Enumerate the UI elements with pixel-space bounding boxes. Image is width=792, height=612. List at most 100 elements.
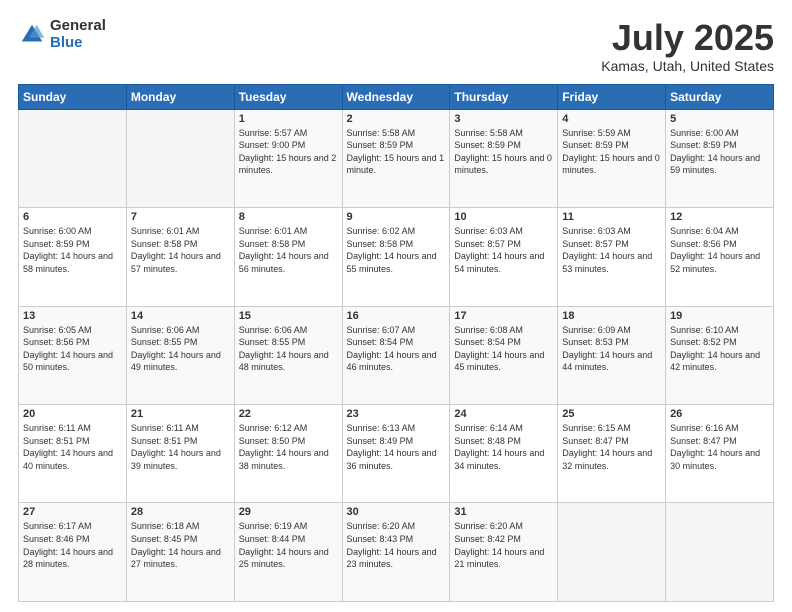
calendar-cell: 31 Sunrise: 6:20 AM Sunset: 8:42 PM Dayli… <box>450 503 558 602</box>
day-number: 16 <box>347 310 446 322</box>
day-number: 10 <box>454 211 553 223</box>
calendar-week-2: 6 Sunrise: 6:00 AM Sunset: 8:59 PM Daylig… <box>19 208 774 306</box>
calendar-header-row: SundayMondayTuesdayWednesdayThursdayFrid… <box>19 84 774 109</box>
day-number: 13 <box>23 310 122 322</box>
day-number: 9 <box>347 211 446 223</box>
day-number: 26 <box>670 408 769 420</box>
calendar-cell <box>666 503 774 602</box>
cell-content: Sunrise: 6:19 AM Sunset: 8:44 PM Dayligh… <box>239 520 338 570</box>
cell-content: Sunrise: 5:57 AM Sunset: 9:00 PM Dayligh… <box>239 127 338 177</box>
cell-content: Sunrise: 6:02 AM Sunset: 8:58 PM Dayligh… <box>347 225 446 275</box>
cell-content: Sunrise: 6:06 AM Sunset: 8:55 PM Dayligh… <box>131 324 230 374</box>
day-number: 17 <box>454 310 553 322</box>
calendar-week-3: 13 Sunrise: 6:05 AM Sunset: 8:56 PM Dayli… <box>19 306 774 404</box>
cell-content: Sunrise: 6:20 AM Sunset: 8:43 PM Dayligh… <box>347 520 446 570</box>
cell-content: Sunrise: 6:15 AM Sunset: 8:47 PM Dayligh… <box>562 422 661 472</box>
cell-content: Sunrise: 6:11 AM Sunset: 8:51 PM Dayligh… <box>23 422 122 472</box>
calendar-cell: 29Sunrise: 6:19 AM Sunset: 8:44 PM Dayli… <box>234 503 342 602</box>
day-number: 2 <box>347 113 446 125</box>
cell-content: Sunrise: 6:01 AM Sunset: 8:58 PM Dayligh… <box>239 225 338 275</box>
calendar-cell: 22Sunrise: 6:12 AM Sunset: 8:50 PM Dayli… <box>234 405 342 503</box>
day-header-thursday: Thursday <box>450 84 558 109</box>
day-header-monday: Monday <box>126 84 234 109</box>
calendar-cell: 24 Sunrise: 6:14 AM Sunset: 8:48 PM Dayli… <box>450 405 558 503</box>
title-block: July 2025 Kamas, Utah, United States <box>601 18 774 74</box>
calendar-cell: 30 Sunrise: 6:20 AM Sunset: 8:43 PM Dayli… <box>342 503 450 602</box>
day-number: 14 <box>131 310 230 322</box>
logo-icon <box>18 21 46 49</box>
calendar-cell <box>19 109 127 207</box>
day-number: 4 <box>562 113 661 125</box>
calendar-cell: 21 Sunrise: 6:11 AM Sunset: 8:51 PM Dayli… <box>126 405 234 503</box>
cell-content: Sunrise: 6:08 AM Sunset: 8:54 PM Dayligh… <box>454 324 553 374</box>
cell-content: Sunrise: 6:10 AM Sunset: 8:52 PM Dayligh… <box>670 324 769 374</box>
day-number: 18 <box>562 310 661 322</box>
cell-content: Sunrise: 6:17 AM Sunset: 8:46 PM Dayligh… <box>23 520 122 570</box>
cell-content: Sunrise: 6:09 AM Sunset: 8:53 PM Dayligh… <box>562 324 661 374</box>
calendar-cell: 19Sunrise: 6:10 AM Sunset: 8:52 PM Dayli… <box>666 306 774 404</box>
day-number: 5 <box>670 113 769 125</box>
calendar-title: July 2025 <box>601 18 774 58</box>
day-header-wednesday: Wednesday <box>342 84 450 109</box>
day-number: 3 <box>454 113 553 125</box>
cell-content: Sunrise: 5:59 AM Sunset: 8:59 PM Dayligh… <box>562 127 661 177</box>
calendar-cell: 10 Sunrise: 6:03 AM Sunset: 8:57 PM Dayli… <box>450 208 558 306</box>
calendar-cell <box>126 109 234 207</box>
calendar-cell: 18 Sunrise: 6:09 AM Sunset: 8:53 PM Dayli… <box>558 306 666 404</box>
day-number: 23 <box>347 408 446 420</box>
calendar-cell: 9 Sunrise: 6:02 AM Sunset: 8:58 PM Daylig… <box>342 208 450 306</box>
calendar-cell: 4 Sunrise: 5:59 AM Sunset: 8:59 PM Daylig… <box>558 109 666 207</box>
day-number: 31 <box>454 506 553 518</box>
day-header-sunday: Sunday <box>19 84 127 109</box>
calendar-table: SundayMondayTuesdayWednesdayThursdayFrid… <box>18 84 774 602</box>
day-header-tuesday: Tuesday <box>234 84 342 109</box>
cell-content: Sunrise: 6:00 AM Sunset: 8:59 PM Dayligh… <box>23 225 122 275</box>
calendar-cell: 8Sunrise: 6:01 AM Sunset: 8:58 PM Daylig… <box>234 208 342 306</box>
day-number: 12 <box>670 211 769 223</box>
calendar-cell: 7Sunrise: 6:01 AM Sunset: 8:58 PM Daylig… <box>126 208 234 306</box>
calendar-cell: 14 Sunrise: 6:06 AM Sunset: 8:55 PM Dayli… <box>126 306 234 404</box>
cell-content: Sunrise: 6:14 AM Sunset: 8:48 PM Dayligh… <box>454 422 553 472</box>
day-number: 28 <box>131 506 230 518</box>
cell-content: Sunrise: 6:00 AM Sunset: 8:59 PM Dayligh… <box>670 127 769 177</box>
day-header-friday: Friday <box>558 84 666 109</box>
day-number: 22 <box>239 408 338 420</box>
calendar-cell: 25 Sunrise: 6:15 AM Sunset: 8:47 PM Dayli… <box>558 405 666 503</box>
day-number: 30 <box>347 506 446 518</box>
calendar-cell: 13 Sunrise: 6:05 AM Sunset: 8:56 PM Dayli… <box>19 306 127 404</box>
cell-content: Sunrise: 6:03 AM Sunset: 8:57 PM Dayligh… <box>562 225 661 275</box>
cell-content: Sunrise: 6:13 AM Sunset: 8:49 PM Dayligh… <box>347 422 446 472</box>
calendar-cell: 3 Sunrise: 5:58 AM Sunset: 8:59 PM Daylig… <box>450 109 558 207</box>
cell-content: Sunrise: 6:03 AM Sunset: 8:57 PM Dayligh… <box>454 225 553 275</box>
calendar-cell: 20 Sunrise: 6:11 AM Sunset: 8:51 PM Dayli… <box>19 405 127 503</box>
day-header-saturday: Saturday <box>666 84 774 109</box>
day-number: 25 <box>562 408 661 420</box>
calendar-cell: 1 Sunrise: 5:57 AM Sunset: 9:00 PM Daylig… <box>234 109 342 207</box>
cell-content: Sunrise: 6:18 AM Sunset: 8:45 PM Dayligh… <box>131 520 230 570</box>
calendar-cell: 5 Sunrise: 6:00 AM Sunset: 8:59 PM Daylig… <box>666 109 774 207</box>
day-number: 15 <box>239 310 338 322</box>
logo-general-text: General <box>50 18 106 35</box>
calendar-cell: 16 Sunrise: 6:07 AM Sunset: 8:54 PM Dayli… <box>342 306 450 404</box>
logo: General Blue <box>18 18 106 51</box>
cell-content: Sunrise: 6:11 AM Sunset: 8:51 PM Dayligh… <box>131 422 230 472</box>
calendar-cell: 17 Sunrise: 6:08 AM Sunset: 8:54 PM Dayli… <box>450 306 558 404</box>
day-number: 27 <box>23 506 122 518</box>
cell-content: Sunrise: 6:16 AM Sunset: 8:47 PM Dayligh… <box>670 422 769 472</box>
calendar-cell <box>558 503 666 602</box>
day-number: 24 <box>454 408 553 420</box>
day-number: 1 <box>239 113 338 125</box>
cell-content: Sunrise: 5:58 AM Sunset: 8:59 PM Dayligh… <box>454 127 553 177</box>
cell-content: Sunrise: 6:06 AM Sunset: 8:55 PM Dayligh… <box>239 324 338 374</box>
day-number: 6 <box>23 211 122 223</box>
day-number: 20 <box>23 408 122 420</box>
calendar-cell: 28 Sunrise: 6:18 AM Sunset: 8:45 PM Dayli… <box>126 503 234 602</box>
page: General Blue July 2025 Kamas, Utah, Unit… <box>0 0 792 612</box>
calendar-cell: 2Sunrise: 5:58 AM Sunset: 8:59 PM Daylig… <box>342 109 450 207</box>
cell-content: Sunrise: 6:04 AM Sunset: 8:56 PM Dayligh… <box>670 225 769 275</box>
cell-content: Sunrise: 6:20 AM Sunset: 8:42 PM Dayligh… <box>454 520 553 570</box>
cell-content: Sunrise: 6:07 AM Sunset: 8:54 PM Dayligh… <box>347 324 446 374</box>
calendar-week-5: 27 Sunrise: 6:17 AM Sunset: 8:46 PM Dayli… <box>19 503 774 602</box>
day-number: 21 <box>131 408 230 420</box>
cell-content: Sunrise: 6:05 AM Sunset: 8:56 PM Dayligh… <box>23 324 122 374</box>
